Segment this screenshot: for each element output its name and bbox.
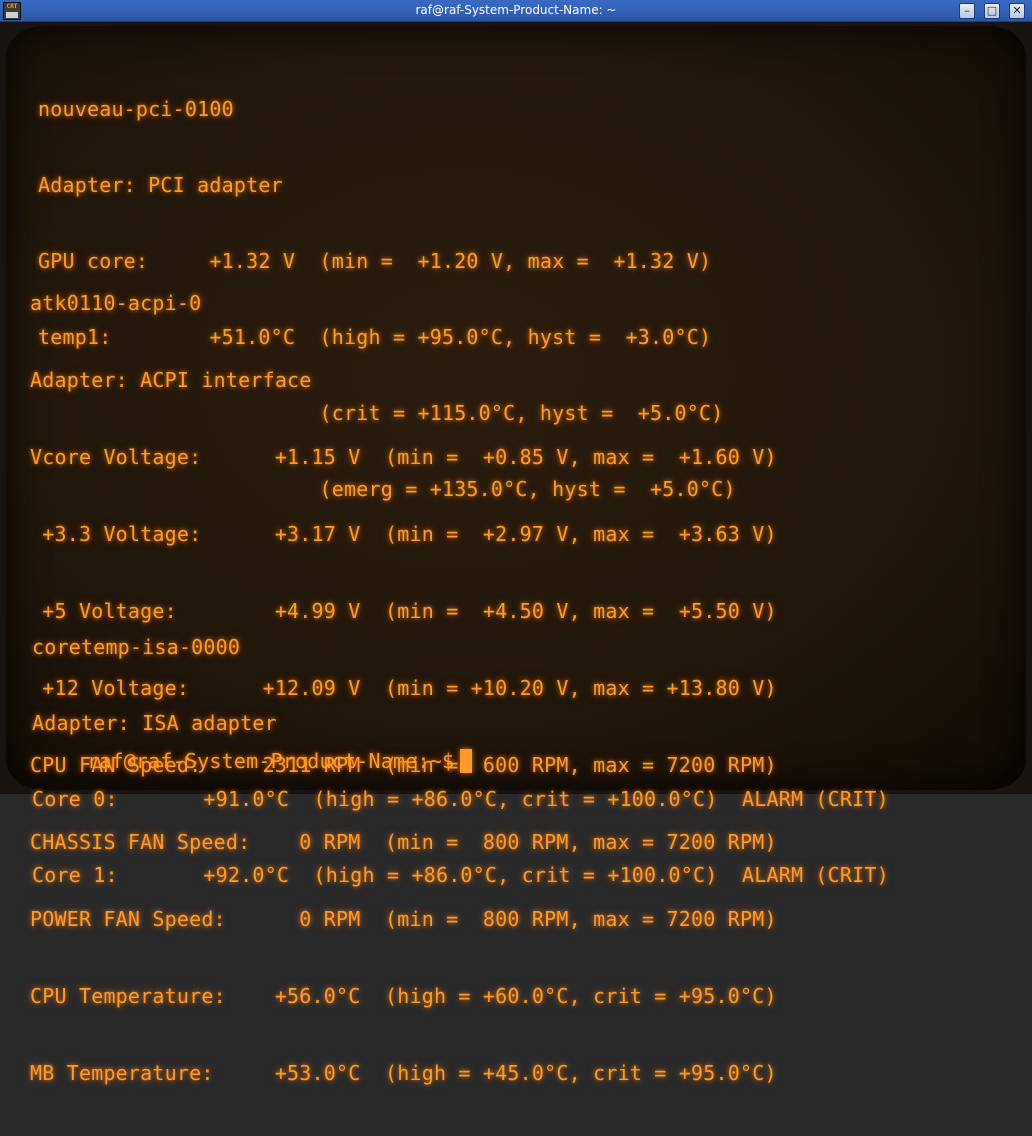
maximize-button[interactable]: □	[984, 3, 1000, 19]
text-cursor	[460, 749, 473, 773]
terminal-line: Core 1: +92.0°C (high = +86.0°C, crit = …	[32, 863, 889, 887]
terminal-line: nouveau-pci-0100	[38, 97, 234, 121]
close-icon: ✕	[1012, 4, 1022, 17]
terminal-line: CPU Temperature: +56.0°C (high = +60.0°C…	[30, 984, 777, 1008]
maximize-icon: □	[986, 4, 998, 17]
terminal-line: coretemp-isa-0000	[32, 635, 241, 659]
close-button[interactable]: ✕	[1009, 3, 1025, 19]
minimize-icon: –	[964, 4, 970, 17]
terminal-window: CRT raf@raf-System-Product-Name: ~ – □ ✕…	[0, 0, 1032, 1085]
terminal-line: Adapter: ACPI interface	[30, 368, 312, 392]
title-bar[interactable]: CRT raf@raf-System-Product-Name: ~ – □ ✕	[0, 0, 1032, 22]
minimize-button[interactable]: –	[959, 3, 975, 19]
terminal-line: Vcore Voltage: +1.15 V (min = +0.85 V, m…	[30, 445, 777, 469]
shell-prompt-line[interactable]: raf@raf-System-Product-Name:~$	[38, 725, 473, 797]
window-title: raf@raf-System-Product-Name: ~	[415, 3, 617, 17]
shell-prompt: raf@raf-System-Product-Name:~$	[86, 749, 455, 773]
terminal-line: atk0110-acpi-0	[30, 291, 202, 315]
terminal-line: +3.3 Voltage: +3.17 V (min = +2.97 V, ma…	[30, 522, 777, 546]
terminal-line: Adapter: PCI adapter	[38, 173, 283, 197]
terminal-line: MB Temperature: +53.0°C (high = +45.0°C,…	[30, 1061, 777, 1085]
